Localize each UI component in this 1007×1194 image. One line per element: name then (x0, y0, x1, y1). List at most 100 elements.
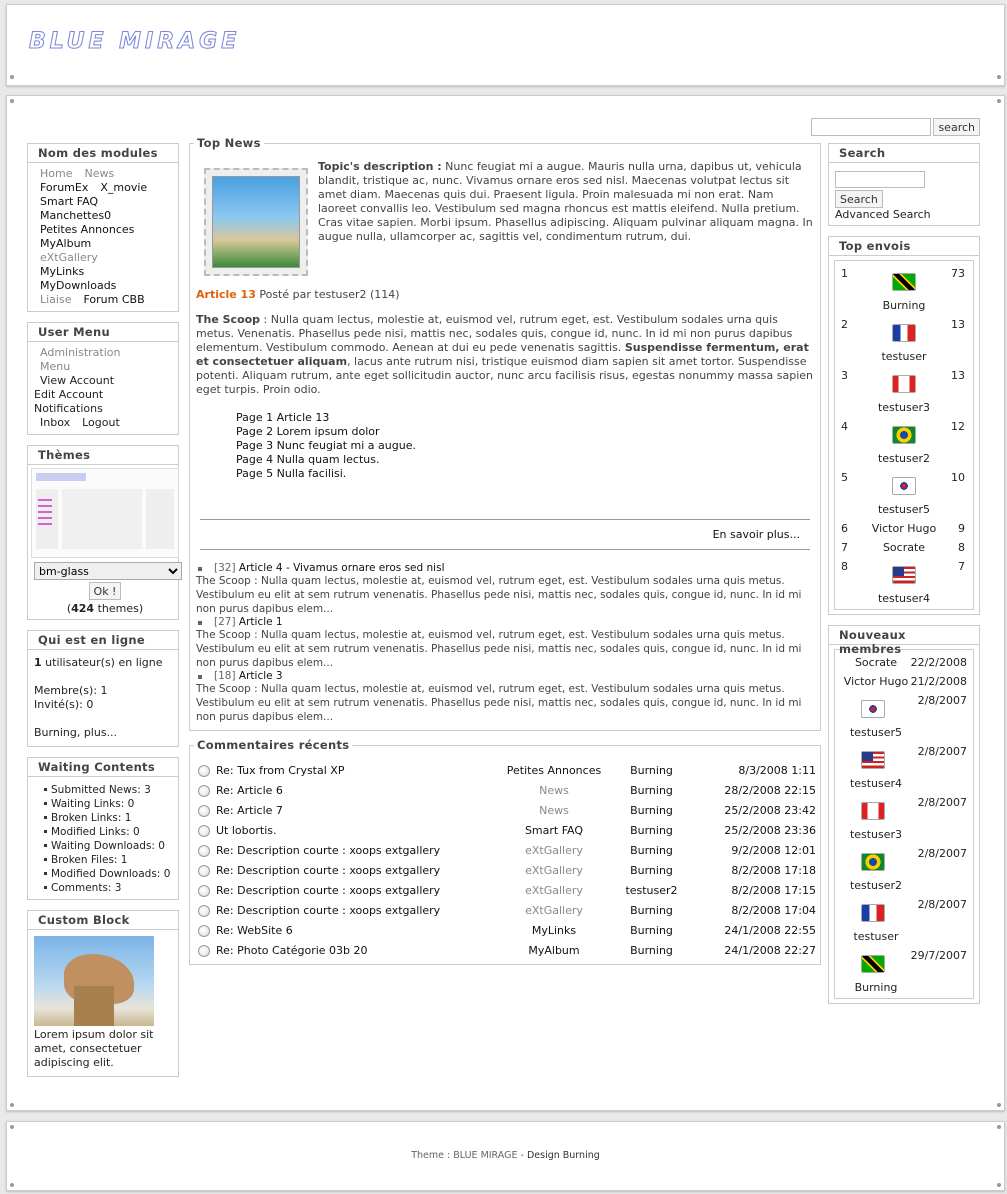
module-link[interactable]: Smart FAQ (40, 195, 98, 209)
comment-title[interactable]: Re: Description courte : xoops extgaller… (194, 900, 494, 920)
article-page-link[interactable]: Page 3 Nunc feugiat mi a augue. (236, 439, 814, 453)
comment-user[interactable]: Burning (614, 900, 689, 920)
edit-account-link[interactable]: Edit Account (34, 388, 103, 402)
comment-row[interactable]: Ut lobortis. Smart FAQ Burning 25/2/2008 23… (194, 820, 816, 840)
comment-module[interactable]: MyAlbum (494, 940, 614, 960)
comment-title[interactable]: Re: Article 6 (194, 780, 494, 800)
footer-theme-link[interactable]: BLUE MIRAGE (453, 1150, 517, 1161)
poster-name[interactable]: testuser (839, 350, 969, 363)
comment-title[interactable]: Re: Description courte : xoops extgaller… (194, 840, 494, 860)
comment-module[interactable]: News (494, 800, 614, 820)
site-logo[interactable]: BLUE MIRAGE (28, 29, 240, 55)
article-page-link[interactable]: Page 4 Nulla quam lectus. (236, 453, 814, 467)
comment-user[interactable]: Burning (614, 920, 689, 940)
footer-design-link[interactable]: Design Burning (527, 1150, 600, 1161)
member-name[interactable]: Victor Hugo (839, 675, 913, 688)
module-link[interactable]: News (84, 167, 114, 181)
waiting-item[interactable]: Waiting Links: 0 (44, 797, 176, 811)
comment-row[interactable]: Re: Description courte : xoops extgaller… (194, 840, 816, 860)
notifications-link[interactable]: Notifications (34, 402, 103, 416)
member-name[interactable]: Socrate (839, 656, 913, 669)
waiting-item[interactable]: Submitted News: 3 (44, 783, 176, 797)
poster-name[interactable]: Socrate (839, 541, 969, 554)
other-article-title[interactable]: [27] Article 1 (196, 616, 814, 628)
admin-menu-link[interactable]: Administration Menu (40, 346, 154, 374)
module-link[interactable]: X_movie (100, 181, 147, 195)
comment-title[interactable]: Re: Photo Catégorie 03b 20 (194, 940, 494, 960)
comment-title[interactable]: Re: Description courte : xoops extgaller… (194, 860, 494, 880)
member-name[interactable]: Burning (839, 981, 913, 994)
comment-module[interactable]: eXtGallery (494, 840, 614, 860)
article-link[interactable]: Article 13 (196, 288, 256, 301)
search-input[interactable] (835, 171, 925, 188)
poster-name[interactable]: Victor Hugo (839, 522, 969, 535)
waiting-item[interactable]: Modified Links: 0 (44, 825, 176, 839)
module-link[interactable]: eXtGallery (40, 251, 98, 265)
other-article-title[interactable]: [18] Article 3 (196, 670, 814, 682)
comment-row[interactable]: Re: Tux from Crystal XP Petites Annonces B… (194, 760, 816, 780)
top-search-input[interactable] (811, 118, 932, 136)
waiting-item[interactable]: Broken Links: 1 (44, 811, 176, 825)
comment-module[interactable]: Petites Annonces (494, 760, 614, 780)
comment-module[interactable]: eXtGallery (494, 860, 614, 880)
member-name[interactable]: testuser (839, 930, 913, 943)
comment-row[interactable]: Re: Description courte : xoops extgaller… (194, 900, 816, 920)
inbox-link[interactable]: Inbox (40, 416, 70, 430)
waiting-item[interactable]: Waiting Downloads: 0 (44, 839, 176, 853)
comment-title[interactable]: Re: Article 7 (194, 800, 494, 820)
view-account-link[interactable]: View Account (40, 374, 114, 388)
comment-row[interactable]: Re: Photo Catégorie 03b 20 MyAlbum Burning… (194, 940, 816, 960)
search-button[interactable]: Search (835, 190, 883, 208)
comment-user[interactable]: Burning (614, 800, 689, 820)
comment-user[interactable]: Burning (614, 840, 689, 860)
poster-name[interactable]: testuser2 (839, 452, 969, 465)
comment-title[interactable]: Re: Description courte : xoops extgaller… (194, 880, 494, 900)
comment-user[interactable]: Burning (614, 760, 689, 780)
module-link[interactable]: MyAlbum (40, 237, 91, 251)
comment-module[interactable]: MyLinks (494, 920, 614, 940)
theme-select[interactable]: bm-glass (34, 562, 182, 580)
comment-row[interactable]: Re: WebSite 6 MyLinks Burning 24/1/2008 22:… (194, 920, 816, 940)
comment-user[interactable]: Burning (614, 860, 689, 880)
member-name[interactable]: testuser2 (839, 879, 913, 892)
module-link[interactable]: Liaise (40, 293, 71, 307)
article-page-link[interactable]: Page 1 Article 13 (236, 411, 814, 425)
module-link[interactable]: MyLinks (40, 265, 84, 279)
module-link[interactable]: MyDownloads (40, 279, 116, 293)
logout-link[interactable]: Logout (82, 416, 120, 430)
other-article-title[interactable]: [32] Article 4 - Vivamus ornare eros sed… (196, 562, 814, 574)
comment-row[interactable]: Re: Description courte : xoops extgaller… (194, 880, 816, 900)
poster-name[interactable]: Burning (839, 299, 969, 312)
poster-name[interactable]: testuser3 (839, 401, 969, 414)
read-more-link[interactable]: En savoir plus... (196, 520, 814, 549)
poster-name[interactable]: testuser4 (839, 592, 969, 605)
comment-title[interactable]: Ut lobortis. (194, 820, 494, 840)
comment-user[interactable]: Burning (614, 820, 689, 840)
article-page-link[interactable]: Page 5 Nulla facilisi. (236, 467, 814, 481)
top-search-button[interactable]: search (933, 118, 980, 136)
poster-name[interactable]: testuser5 (839, 503, 969, 516)
comment-user[interactable]: testuser2 (614, 880, 689, 900)
online-users-link[interactable]: Burning, plus... (34, 726, 117, 739)
module-link[interactable]: Forum CBB (83, 293, 144, 307)
module-link[interactable]: ForumEx (40, 181, 88, 195)
comment-user[interactable]: Burning (614, 940, 689, 960)
comment-user[interactable]: Burning (614, 780, 689, 800)
module-link[interactable]: Manchettes0 (40, 209, 111, 223)
comment-row[interactable]: Re: Article 7 News Burning 25/2/2008 23:42 (194, 800, 816, 820)
comment-title[interactable]: Re: Tux from Crystal XP (194, 760, 494, 780)
comment-module[interactable]: Smart FAQ (494, 820, 614, 840)
module-link[interactable]: Petites Annonces (40, 223, 134, 237)
member-name[interactable]: testuser3 (839, 828, 913, 841)
comment-row[interactable]: Re: Description courte : xoops extgaller… (194, 860, 816, 880)
comment-title[interactable]: Re: WebSite 6 (194, 920, 494, 940)
theme-ok-button[interactable]: Ok ! (88, 582, 122, 600)
article-page-link[interactable]: Page 2 Lorem ipsum dolor (236, 425, 814, 439)
waiting-item[interactable]: Modified Downloads: 0 (44, 867, 176, 881)
comment-module[interactable]: eXtGallery (494, 880, 614, 900)
waiting-item[interactable]: Broken Files: 1 (44, 853, 176, 867)
module-link[interactable]: Home (40, 167, 72, 181)
member-name[interactable]: testuser5 (839, 726, 913, 739)
advanced-search-link[interactable]: Advanced Search (835, 208, 931, 221)
comment-row[interactable]: Re: Article 6 News Burning 28/2/2008 22:15 (194, 780, 816, 800)
